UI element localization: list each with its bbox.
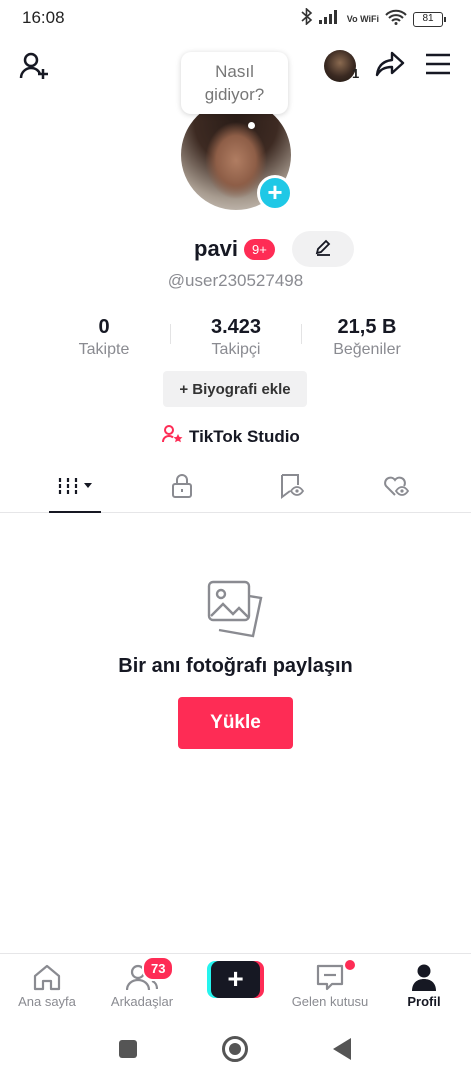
bubble-line-1: Nasıl xyxy=(215,62,254,81)
following-count: 0 xyxy=(98,316,110,338)
grid-dropdown-icon xyxy=(56,474,96,503)
stat-divider xyxy=(301,324,302,344)
tab-liked[interactable] xyxy=(367,470,427,506)
menu-button[interactable] xyxy=(420,48,456,84)
notification-badge[interactable]: 9+ xyxy=(244,238,275,260)
profile-tabs xyxy=(0,464,471,513)
nav-inbox[interactable]: Gelen kutusu xyxy=(283,962,377,1009)
tab-reposts[interactable] xyxy=(262,470,322,506)
vowifi-label: Vo WiFi xyxy=(346,13,379,24)
back-button[interactable] xyxy=(333,1038,351,1060)
name-row: pavi 9+ xyxy=(194,236,275,262)
stat-followers[interactable]: 3.423 Takipçi xyxy=(176,316,296,359)
friends-badge: 73 xyxy=(142,956,175,981)
username: @user230527498 xyxy=(167,271,304,290)
pencil-icon xyxy=(314,238,332,261)
home-button[interactable] xyxy=(222,1036,248,1062)
recents-button[interactable] xyxy=(119,1040,137,1058)
nav-home[interactable]: Ana sayfa xyxy=(0,962,94,1009)
upload-button[interactable]: Yükle xyxy=(178,697,293,749)
bluetooth-icon xyxy=(301,7,313,30)
tab-private[interactable] xyxy=(152,470,212,506)
inbox-unread-dot xyxy=(345,960,355,970)
hamburger-icon xyxy=(425,53,451,80)
status-bubble[interactable]: Nasıl gidiyor? xyxy=(181,52,288,114)
battery-indicator: 81 xyxy=(413,11,446,27)
nav-profile[interactable]: Profil xyxy=(377,962,471,1009)
stat-following[interactable]: 0 Takipte xyxy=(44,316,164,359)
share-icon xyxy=(375,50,405,83)
story-count: 1 xyxy=(352,66,360,81)
nav-friends-label: Arkadaşlar xyxy=(110,994,174,1009)
heart-eye-icon xyxy=(382,473,412,504)
following-label: Takipte xyxy=(78,341,130,358)
nav-profile-label: Profil xyxy=(407,994,441,1009)
empty-state-title: Bir anı fotoğrafı paylaşın xyxy=(118,655,353,677)
profile-icon xyxy=(377,962,471,992)
bubble-line-2: gidiyor? xyxy=(204,85,265,104)
stat-divider xyxy=(170,324,171,344)
likes-label: Beğeniler xyxy=(333,341,401,358)
add-friend-button[interactable] xyxy=(16,50,52,86)
add-bio-button[interactable]: + Biyografi ekle xyxy=(163,371,307,407)
add-user-icon xyxy=(18,50,50,87)
add-story-button[interactable]: + xyxy=(257,175,293,211)
system-nav-bar xyxy=(0,1019,471,1080)
studio-icon xyxy=(162,424,184,449)
bookmark-eye-icon xyxy=(278,473,306,504)
status-icons: Vo WiFi 81 xyxy=(301,7,446,30)
followers-label: Takipçi xyxy=(211,341,261,358)
tiktok-studio-link[interactable]: TikTok Studio xyxy=(162,424,300,449)
status-bar: 16:08 Vo WiFi 81 xyxy=(0,0,471,36)
stat-likes[interactable]: 21,5 B Beğeniler xyxy=(307,316,427,359)
likes-count: 21,5 B xyxy=(337,316,397,338)
active-tab-indicator xyxy=(49,511,101,513)
plus-icon: + xyxy=(211,961,260,998)
tab-videos[interactable] xyxy=(46,470,106,506)
studio-label: TikTok Studio xyxy=(189,426,300,446)
home-icon xyxy=(0,962,94,992)
signal-icon xyxy=(318,9,341,29)
display-name: pavi xyxy=(194,236,239,261)
share-profile-button[interactable] xyxy=(372,48,408,84)
nav-home-label: Ana sayfa xyxy=(18,994,76,1009)
bubble-pointer xyxy=(248,122,255,129)
photos-icon xyxy=(205,578,265,638)
nav-inbox-label: Gelen kutusu xyxy=(291,994,369,1009)
edit-profile-button[interactable] xyxy=(292,231,354,267)
followers-count: 3.423 xyxy=(210,316,262,338)
wifi-icon xyxy=(385,9,407,30)
inbox-icon xyxy=(283,962,377,992)
lock-icon xyxy=(170,473,194,504)
create-button[interactable]: + xyxy=(207,961,264,998)
status-time: 16:08 xyxy=(22,8,65,27)
